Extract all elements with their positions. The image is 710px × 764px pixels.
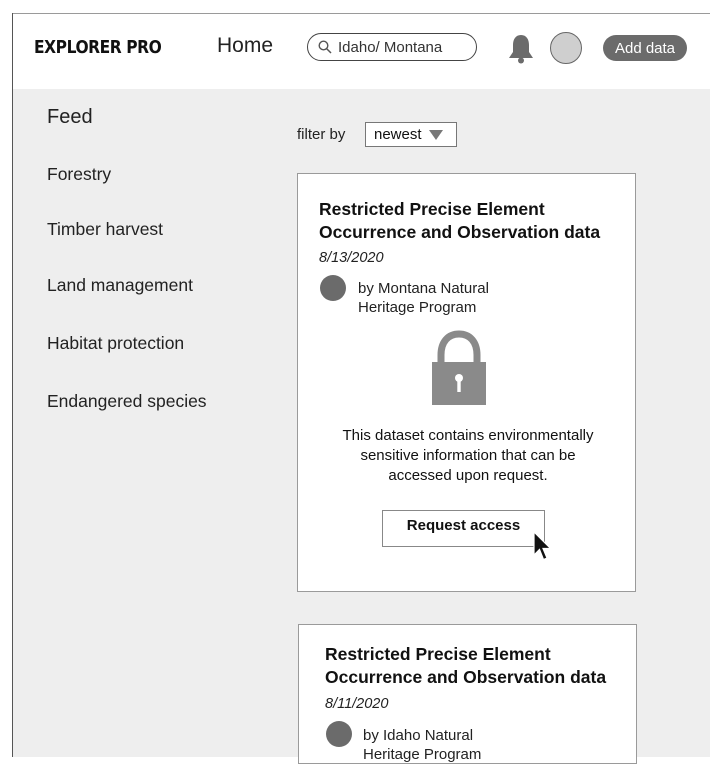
filter-label: filter by: [297, 126, 346, 143]
app-logo[interactable]: EXPLORER PRO: [34, 37, 162, 58]
request-access-button[interactable]: Request access: [382, 510, 545, 547]
sidebar-title: Feed: [47, 106, 93, 128]
card-title[interactable]: Restricted Precise Element Occurrence an…: [325, 643, 606, 689]
search-box[interactable]: [307, 33, 477, 61]
sidebar-item-endangered-species[interactable]: Endangered species: [47, 391, 207, 412]
card-date: 8/13/2020: [319, 250, 384, 266]
dataset-card: Restricted Precise Element Occurrence an…: [297, 173, 636, 592]
card-date: 8/11/2020: [325, 696, 389, 712]
search-input[interactable]: [338, 38, 468, 56]
sidebar-item-forestry[interactable]: Forestry: [47, 164, 111, 185]
avatar[interactable]: [550, 32, 582, 64]
filter-dropdown[interactable]: newest: [365, 122, 457, 147]
publisher-name[interactable]: by Idaho Natural Heritage Program: [363, 726, 481, 764]
dataset-card: Restricted Precise Element Occurrence an…: [298, 624, 637, 764]
add-data-button[interactable]: Add data: [603, 35, 687, 61]
lock-icon: [432, 330, 486, 405]
publisher-name[interactable]: by Montana Natural Heritage Program: [358, 279, 489, 317]
sidebar-item-land-management[interactable]: Land management: [47, 275, 193, 296]
sidebar-item-habitat-protection[interactable]: Habitat protection: [47, 333, 184, 354]
sidebar-item-timber-harvest[interactable]: Timber harvest: [47, 219, 163, 240]
restriction-notice: This dataset contains environmentally se…: [342, 427, 594, 484]
publisher-avatar: [326, 721, 352, 747]
mouse-pointer-icon: [533, 531, 552, 561]
search-icon: [318, 40, 332, 54]
nav-home-link[interactable]: Home: [217, 34, 273, 58]
card-title[interactable]: Restricted Precise Element Occurrence an…: [319, 198, 600, 244]
chevron-down-icon: [428, 129, 443, 140]
bell-icon[interactable]: [505, 32, 537, 64]
publisher-avatar: [320, 275, 346, 301]
filter-selected-value: newest: [374, 126, 422, 143]
